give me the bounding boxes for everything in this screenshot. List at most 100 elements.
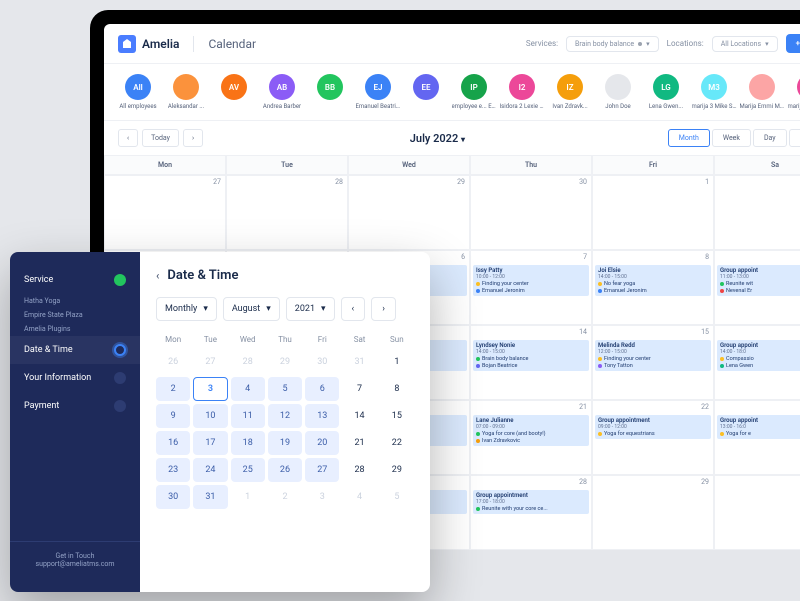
- employee-chip[interactable]: Marija Emmi Marija Tess: [742, 74, 782, 110]
- calendar-cell[interactable]: 30: [470, 175, 592, 250]
- locations-filter[interactable]: All Locations▾: [712, 36, 778, 52]
- mini-day[interactable]: 19: [268, 431, 302, 455]
- mini-day[interactable]: 14: [342, 404, 376, 428]
- employee-chip[interactable]: Aleksandar ...: [166, 74, 206, 110]
- mini-day[interactable]: 5: [268, 377, 302, 401]
- mini-day[interactable]: 27: [305, 458, 339, 482]
- view-tab-week[interactable]: Week: [712, 129, 751, 147]
- calendar-cell[interactable]: 1: [592, 175, 714, 250]
- mini-day[interactable]: 4: [231, 377, 265, 401]
- view-tab-list[interactable]: List: [789, 129, 800, 147]
- mini-day[interactable]: 18: [231, 431, 265, 455]
- calendar-event[interactable]: Issy Patty10:00 - 12:00Finding your cent…: [473, 265, 589, 296]
- calendar-cell[interactable]: 28Group appointment17:00 - 18:00Reunite …: [470, 475, 592, 550]
- calendar-cell[interactable]: 15Melinda Redd12:00 - 15:00Finding your …: [592, 325, 714, 400]
- today-button[interactable]: Today: [142, 129, 179, 147]
- employee-chip[interactable]: I2Isidora 2 Lexie Erne: [502, 74, 542, 110]
- employee-chip[interactable]: EJEmanuel Beatrice: [358, 74, 398, 110]
- calendar-cell[interactable]: 8Joi Elsie14:00 - 15:00No fear yogaEmanu…: [592, 250, 714, 325]
- employee-chip[interactable]: AllAll employees: [118, 74, 158, 110]
- mini-day[interactable]: 11: [231, 404, 265, 428]
- employee-chip[interactable]: ABAndrea Barber: [262, 74, 302, 110]
- mini-day[interactable]: 23: [156, 458, 190, 482]
- mini-day[interactable]: 15: [380, 404, 414, 428]
- frequency-select[interactable]: Monthly▾: [156, 297, 217, 321]
- mini-day[interactable]: 9: [156, 404, 190, 428]
- mini-day[interactable]: 7: [342, 377, 376, 401]
- mini-day[interactable]: 16: [156, 431, 190, 455]
- mini-day[interactable]: 12: [268, 404, 302, 428]
- employee-strip[interactable]: AllAll employeesAleksandar ...AVABAndrea…: [104, 64, 800, 121]
- employee-chip[interactable]: M3marija 3 Mike Sober: [694, 74, 734, 110]
- employee-chip[interactable]: MTmarija test Moys Tebroy: [790, 74, 800, 110]
- calendar-event[interactable]: Group appoint13:00 - 16:0Yoga for e: [717, 415, 800, 439]
- calendar-cell[interactable]: 30: [714, 475, 800, 550]
- step-datetime[interactable]: Date & Time: [10, 336, 140, 364]
- employee-chip[interactable]: EE: [406, 74, 446, 110]
- calendar-event[interactable]: Group appointment09:00 - 12:00Yoga for e…: [595, 415, 711, 439]
- employee-chip[interactable]: IPemployee e... Emily Erne: [454, 74, 494, 110]
- month-select[interactable]: August▾: [223, 297, 280, 321]
- calendar-cell[interactable]: 27: [104, 175, 226, 250]
- mini-prev[interactable]: ‹: [341, 297, 366, 321]
- mini-day[interactable]: 8: [380, 377, 414, 401]
- employee-chip[interactable]: IZIvan Zdravk...: [550, 74, 590, 110]
- avatar: All: [125, 74, 151, 100]
- step-service[interactable]: Service: [10, 266, 140, 294]
- mini-day[interactable]: 25: [231, 458, 265, 482]
- mini-day[interactable]: 28: [342, 458, 376, 482]
- employee-chip[interactable]: BB: [310, 74, 350, 110]
- mini-day[interactable]: 3: [193, 377, 227, 401]
- calendar-cell[interactable]: 29: [348, 175, 470, 250]
- calendar-cell[interactable]: 2: [714, 175, 800, 250]
- mini-day[interactable]: 22: [380, 431, 414, 455]
- view-tab-month[interactable]: Month: [668, 129, 710, 147]
- view-tab-day[interactable]: Day: [753, 129, 787, 147]
- calendar-cell[interactable]: 29: [592, 475, 714, 550]
- mini-day[interactable]: 13: [305, 404, 339, 428]
- step-payment[interactable]: Payment: [10, 392, 140, 420]
- mini-day[interactable]: 10: [193, 404, 227, 428]
- employee-chip[interactable]: John Doe: [598, 74, 638, 110]
- new-button[interactable]: + Ne: [786, 34, 800, 53]
- calendar-event[interactable]: Group appoint11:00 - 13:00Reunite witNev…: [717, 265, 800, 296]
- step-information[interactable]: Your Information: [10, 364, 140, 392]
- back-icon[interactable]: ‹: [156, 269, 159, 282]
- calendar-cell[interactable]: 28: [226, 175, 348, 250]
- calendar-cell[interactable]: 7Issy Patty10:00 - 12:00Finding your cen…: [470, 250, 592, 325]
- calendar-cell[interactable]: 23Group appoint13:00 - 16:0Yoga for e: [714, 400, 800, 475]
- calendar-event[interactable]: Group appointment17:00 - 18:00Reunite wi…: [473, 490, 589, 514]
- calendar-event[interactable]: Melinda Redd12:00 - 15:00Finding your ce…: [595, 340, 711, 371]
- calendar-cell[interactable]: 22Group appointment09:00 - 12:00Yoga for…: [592, 400, 714, 475]
- mini-next[interactable]: ›: [371, 297, 396, 321]
- mini-day[interactable]: 20: [305, 431, 339, 455]
- calendar-cell[interactable]: 14Lyndsey Nonie14:00 - 15:00Brain body b…: [470, 325, 592, 400]
- mini-day[interactable]: 21: [342, 431, 376, 455]
- mini-day[interactable]: 24: [193, 458, 227, 482]
- mini-day[interactable]: 31: [193, 485, 227, 509]
- mini-day[interactable]: 29: [380, 458, 414, 482]
- employee-chip[interactable]: AV: [214, 74, 254, 110]
- calendar-event[interactable]: Group appoint14:00 - 18:0CompassioLena G…: [717, 340, 800, 371]
- calendar-event[interactable]: Joi Elsie14:00 - 15:00No fear yogaEmanue…: [595, 265, 711, 296]
- employee-chip[interactable]: LGLena Gwen...: [646, 74, 686, 110]
- mini-day[interactable]: 26: [268, 458, 302, 482]
- mini-day[interactable]: 6: [305, 377, 339, 401]
- mini-day[interactable]: 30: [156, 485, 190, 509]
- prev-button[interactable]: ‹: [118, 129, 138, 147]
- mini-day: 5: [380, 485, 414, 509]
- services-filter[interactable]: Brain body balance▾: [566, 36, 659, 52]
- next-button[interactable]: ›: [183, 129, 203, 147]
- year-select[interactable]: 2021▾: [286, 297, 335, 321]
- mini-day[interactable]: 17: [193, 431, 227, 455]
- month-title[interactable]: July 2022 ▾: [410, 132, 465, 145]
- mini-day[interactable]: 2: [156, 377, 190, 401]
- calendar-cell[interactable]: 9Group appoint11:00 - 13:00Reunite witNe…: [714, 250, 800, 325]
- calendar-cell[interactable]: 16Group appoint14:00 - 18:0CompassioLena…: [714, 325, 800, 400]
- mini-day[interactable]: 1: [380, 350, 414, 374]
- calendar-cell[interactable]: 21Lane Julianne07:00 - 09:00Yoga for cor…: [470, 400, 592, 475]
- footer-email[interactable]: support@ameliatms.com: [24, 560, 126, 568]
- calendar-event[interactable]: Lyndsey Nonie14:00 - 15:00Brain body bal…: [473, 340, 589, 371]
- calendar-event[interactable]: Lane Julianne07:00 - 09:00Yoga for core …: [473, 415, 589, 446]
- brand-logo[interactable]: [118, 35, 136, 53]
